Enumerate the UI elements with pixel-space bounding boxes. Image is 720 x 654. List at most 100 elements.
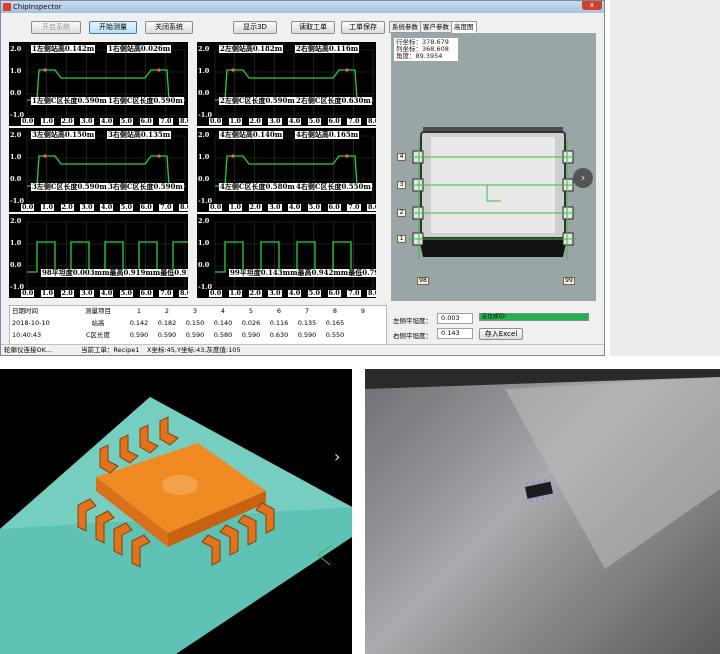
x-tick-label: 5.0 — [307, 289, 322, 297]
start-measure-button[interactable]: 开始测量 — [89, 21, 137, 34]
lead-number-3: 3 — [397, 181, 406, 189]
close-button[interactable]: x — [582, 1, 602, 10]
tab-height-map[interactable]: 高度图 — [451, 21, 477, 33]
table-cell: 0.590 — [241, 331, 261, 339]
table-cell: 0.135 — [297, 319, 317, 327]
standoff-height-label: 1右侧站高0.026m — [107, 44, 172, 53]
x-tick-label: 1.0 — [40, 289, 55, 297]
x-tick-label: 8.0 — [179, 118, 188, 125]
next-arrow[interactable]: › — [334, 447, 340, 466]
x-tick-label: 2.0 — [248, 289, 262, 297]
measure-point — [157, 68, 161, 72]
y-tick-label: 0.0 — [10, 261, 22, 269]
table-header-cell: 测量项目 — [85, 307, 111, 315]
right-flatness-field[interactable]: 0.143 — [437, 328, 473, 339]
next-image-button[interactable]: › — [573, 168, 593, 188]
x-tick-label: 7.0 — [159, 203, 173, 211]
table-header-cell: 日期时间 — [12, 307, 38, 315]
x-tick-label: 7.0 — [159, 289, 173, 297]
x-tick-label: 7.0 — [159, 117, 173, 125]
right-flatness-label: 右侧平坦度： — [393, 332, 432, 340]
x-tick-label: 4.0 — [100, 203, 114, 211]
left-flatness-field[interactable]: 0.003 — [437, 313, 473, 324]
x-tick-label: 0.0 — [21, 117, 35, 125]
chart-plot-6 — [214, 221, 374, 289]
table-cell: 0.590 — [297, 331, 317, 339]
c-zone-length-label: 1左侧C区长度0.590m — [31, 96, 108, 105]
height-map-view[interactable]: 行坐标：378.679 列坐标：368.608 角度：89.3954 4 3 2… — [391, 33, 596, 301]
tab-system-params[interactable]: 系统参数 — [389, 21, 421, 33]
locate-progress-bar: 定位成功! — [479, 313, 589, 321]
measure-point — [43, 68, 47, 72]
x-tick-label: 8.0 — [367, 290, 376, 297]
y-tick-label: 0.0 — [198, 175, 210, 183]
standoff-height-label: 2左侧站高0.182m — [219, 44, 284, 53]
table-cell: 0.630 — [269, 331, 289, 339]
standoff-height-label: 1左侧站高0.142m — [31, 44, 96, 53]
table-cell: 0.140 — [213, 319, 233, 327]
standoff-height-label: 3左侧站高0.150m — [31, 130, 96, 139]
close-system-button[interactable]: 关闭系统 — [145, 21, 193, 34]
x-tick-label: 3.0 — [80, 117, 94, 125]
save-order-button[interactable]: 工单保存 — [341, 21, 385, 34]
chip-height-image — [391, 33, 596, 301]
y-tick-label: 2.0 — [198, 131, 210, 139]
current-order: 当前工单：Recipe1 — [81, 346, 140, 354]
measure-point — [157, 154, 161, 158]
table-cell: 0.580 — [213, 331, 233, 339]
connection-status: 轮廓仪连接OK... — [4, 346, 53, 354]
chip-on-surface-photo — [365, 369, 720, 654]
chip-3d-render: › — [0, 369, 352, 654]
table-cell: 站高 — [91, 319, 105, 327]
x-tick-label: 8.0 — [367, 118, 376, 125]
measure-point — [345, 154, 349, 158]
profile-chart-6: 2.01.00.0-1.00.01.02.03.04.05.06.07.08.0… — [197, 214, 376, 298]
measure-point — [231, 68, 235, 72]
window-title: ChipInspector — [13, 3, 62, 11]
c-zone-length-label: 1右侧C区长度0.590m — [107, 96, 184, 105]
open-system-button[interactable]: 开启系统 — [31, 21, 81, 34]
measure-point — [345, 68, 349, 72]
profile-chart-1: 2.01.00.0-1.00.01.02.03.04.05.06.07.08.0… — [9, 42, 188, 126]
read-order-button[interactable]: 读取工单 — [291, 21, 335, 34]
table-cell: 0.116 — [269, 319, 289, 327]
x-tick-label: 3.0 — [268, 203, 282, 211]
standoff-height-label: 4左侧站高0.140m — [219, 130, 284, 139]
measure-point — [43, 154, 47, 158]
x-tick-label: 3.0 — [268, 117, 282, 125]
x-tick-label: 5.0 — [119, 117, 134, 125]
y-tick-label: 2.0 — [10, 131, 22, 139]
chip-3d-image — [0, 369, 352, 654]
x-tick-label: 6.0 — [139, 203, 153, 211]
x-tick-label: 1.0 — [40, 117, 55, 125]
show-3d-button[interactable]: 显示3D — [233, 21, 277, 34]
y-tick-label: 1.0 — [10, 239, 22, 247]
y-tick-label: 2.0 — [198, 217, 210, 225]
title-bar: ChipInspector x — [1, 1, 604, 13]
x-tick-label: 4.0 — [100, 117, 114, 125]
x-tick-label: 7.0 — [347, 117, 361, 125]
x-tick-label: 3.0 — [80, 203, 94, 211]
x-tick-label: 6.0 — [327, 117, 341, 125]
x-tick-label: 2.0 — [248, 117, 262, 125]
tab-customer-params[interactable]: 客户参数 — [420, 21, 452, 33]
y-tick-label: 2.0 — [10, 45, 22, 53]
x-tick-label: 0.0 — [209, 117, 223, 125]
x-tick-label: 3.0 — [80, 289, 94, 297]
chart-plot-1 — [26, 49, 186, 117]
x-tick-label: 6.0 — [327, 203, 341, 211]
measurement-table: 日期时间 测量项目 1 2 3 4 5 6 7 8 9 2018-10-10 站高 0.142 0.182 0… — [9, 305, 387, 347]
chart-plot-4 — [214, 135, 374, 203]
table-row: 2018-10-10 站高 0.142 0.182 0.150 0.140 0.026 0.1… — [10, 318, 386, 329]
table-row: 10:40:43 C区长度 0.590 0.590 0.590 0.580 0.590 0.6… — [10, 330, 386, 341]
x-tick-label: 7.0 — [347, 289, 361, 297]
table-cell: 0.026 — [241, 319, 261, 327]
export-excel-button[interactable]: 存入Excel — [479, 328, 523, 340]
y-tick-label: 1.0 — [198, 153, 210, 161]
flatness-label: 99平坦度0.143mm最高0.942mm最低0.799 — [229, 269, 376, 277]
x-tick-label: 2.0 — [60, 289, 74, 297]
chipinspector-window: ChipInspector x 开启系统 开始测量 关闭系统 显示3D 读取工单… — [0, 0, 605, 356]
standoff-height-label: 2右侧站高0.116m — [295, 44, 360, 53]
lead-number-2: 2 — [397, 209, 406, 217]
x-tick-label: 2.0 — [248, 203, 262, 211]
